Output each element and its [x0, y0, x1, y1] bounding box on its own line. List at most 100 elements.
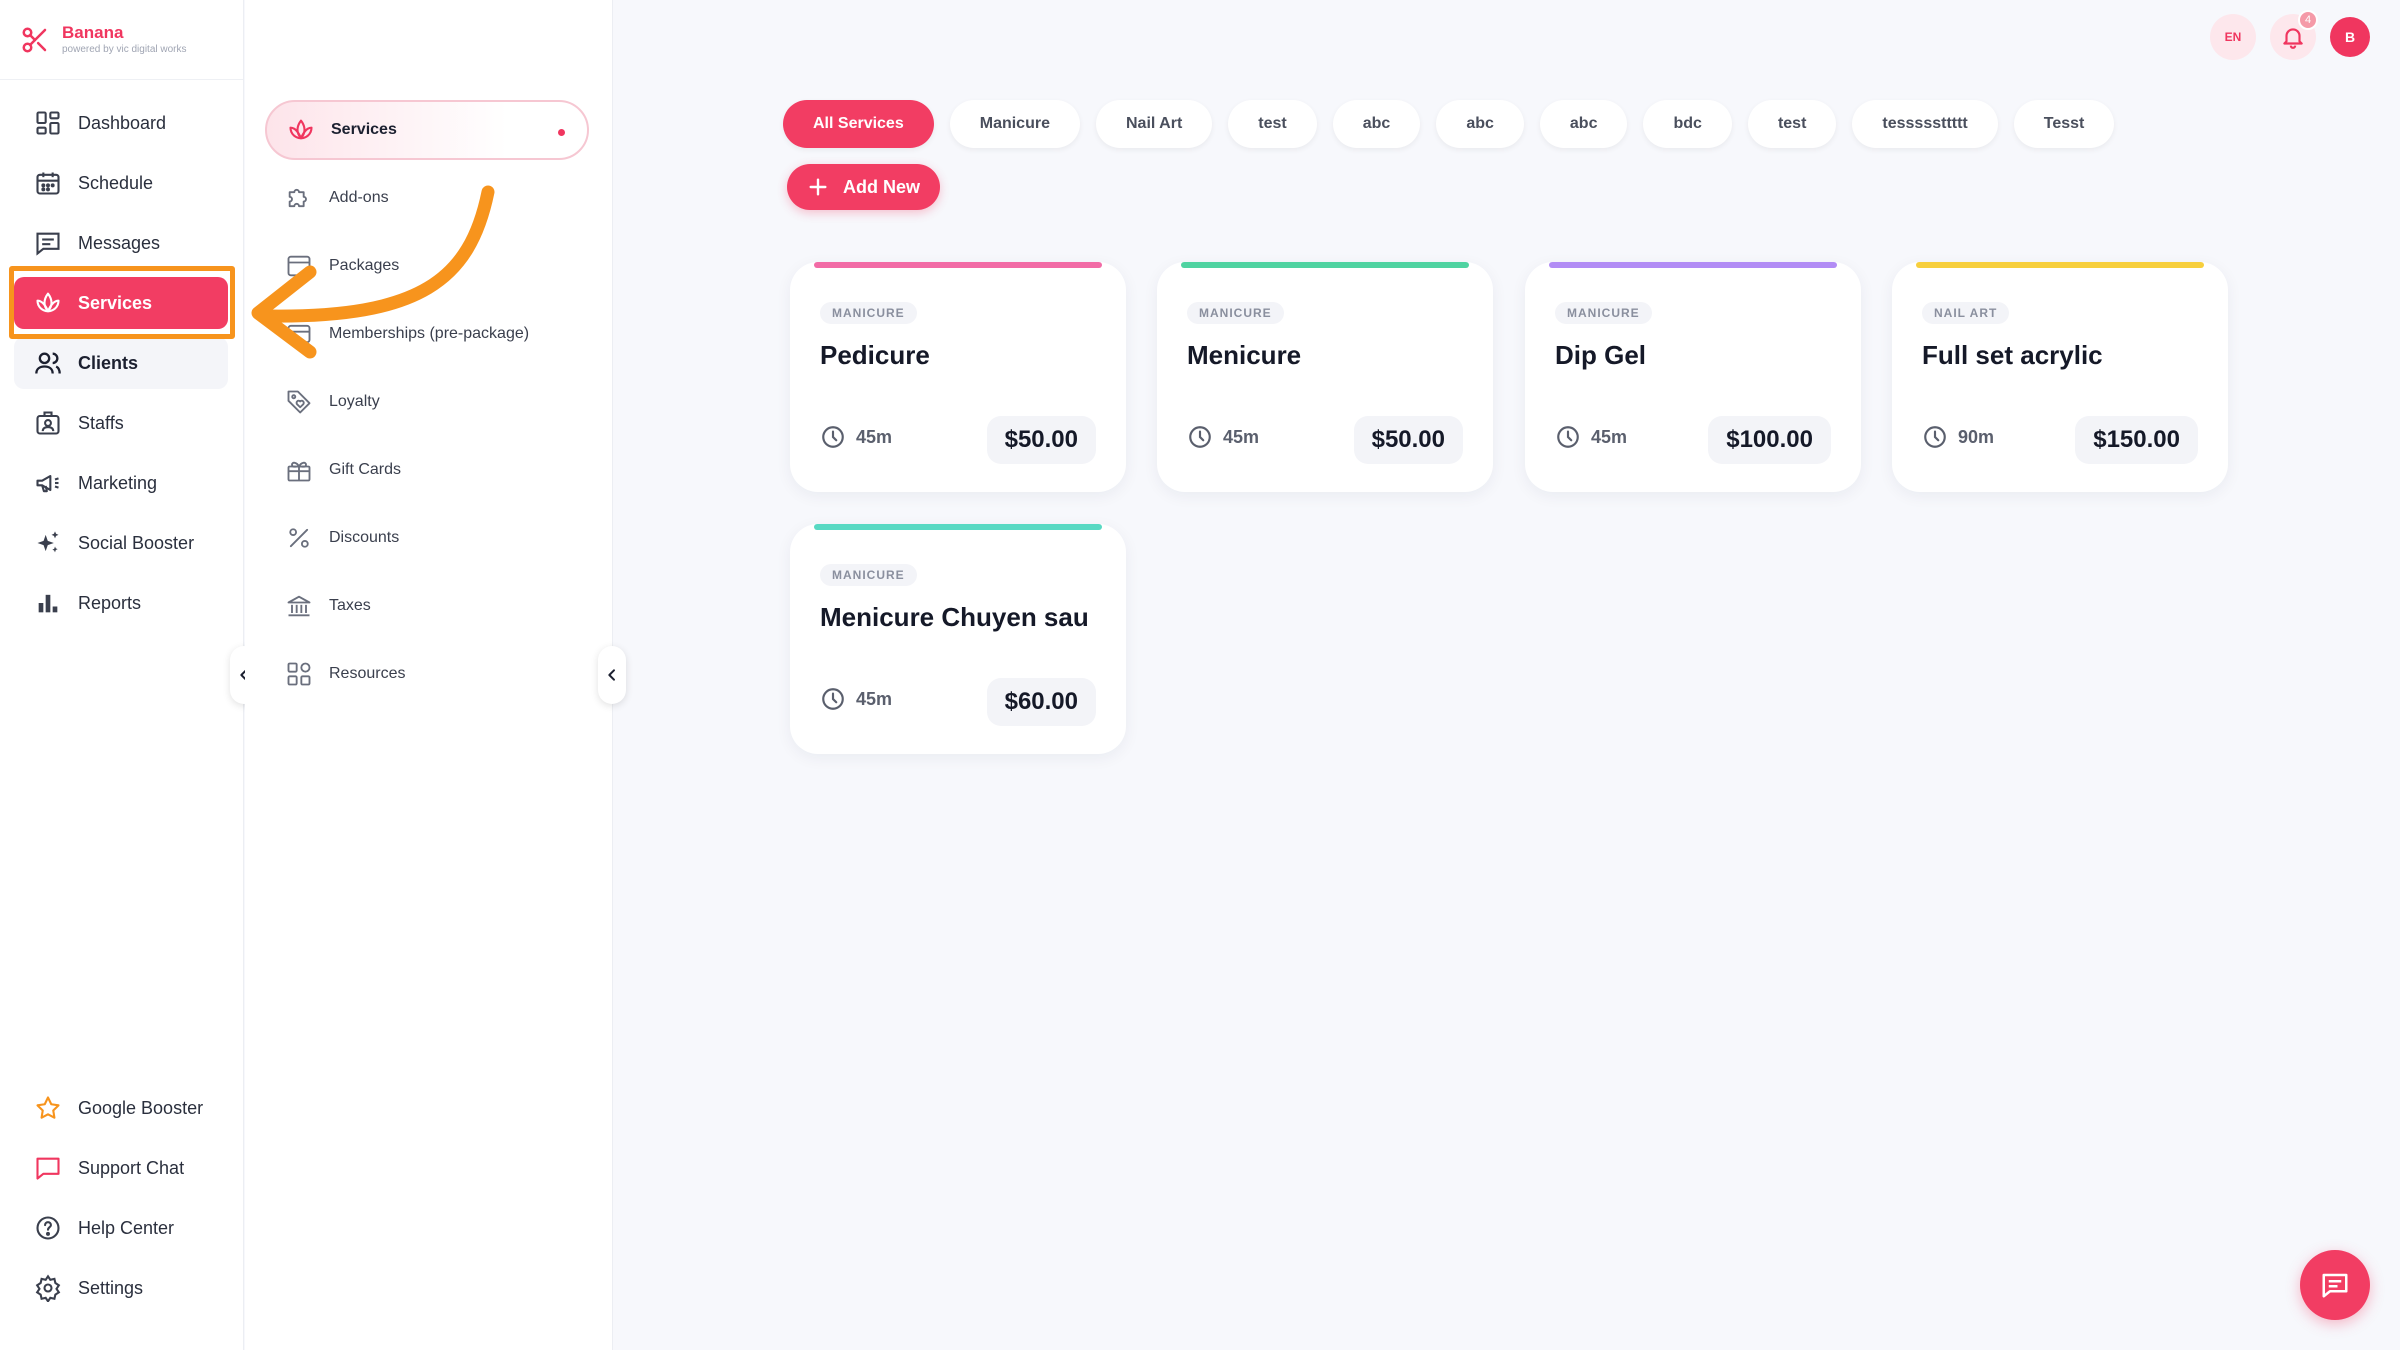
- service-price: $150.00: [2075, 416, 2198, 464]
- filter-chip[interactable]: Tesst: [2013, 100, 2115, 148]
- sidebar-item-marketing[interactable]: Marketing: [14, 457, 228, 509]
- dashboard-icon: [36, 111, 60, 135]
- sidebar-item-label: Marketing: [78, 472, 158, 493]
- filter-chip[interactable]: abc: [1332, 100, 1421, 148]
- sidebar-item-label: Dashboard: [78, 112, 167, 133]
- subnav-item-resources[interactable]: Resources: [265, 644, 589, 704]
- sidebar-item-label: Help Center: [78, 1217, 175, 1238]
- filter-chip[interactable]: test: [1228, 100, 1317, 148]
- notifications-button[interactable]: 4: [2270, 10, 2318, 60]
- plus-icon: [809, 178, 827, 196]
- subnav-item-label: Discounts: [329, 529, 400, 546]
- subnav-collapse-button[interactable]: [598, 646, 626, 704]
- service-card[interactable]: NAIL ART Full set acrylic 90m $150.00: [1892, 262, 2228, 492]
- add-new-button[interactable]: Add New: [787, 164, 941, 210]
- clock-icon: [822, 688, 844, 710]
- sidebar-item-reports[interactable]: Reports: [14, 577, 228, 629]
- filter-chip[interactable]: Nail Art: [1095, 100, 1213, 148]
- subnav-item-taxes[interactable]: Taxes: [265, 576, 589, 636]
- subnav-item-add-ons[interactable]: Add-ons: [265, 168, 589, 228]
- subnav-item-loyalty[interactable]: Loyalty: [265, 372, 589, 432]
- sidebar-item-label: Services: [78, 292, 153, 313]
- sidebar-item-schedule[interactable]: Schedule: [14, 157, 228, 209]
- percent-icon: [289, 528, 309, 548]
- service-name: Menicure Chuyen sau: [820, 602, 1089, 632]
- service-category: MANICURE: [820, 564, 917, 586]
- category-filter-bar: All Services Manicure Nail Art test abc …: [783, 100, 2115, 148]
- users-icon: [35, 352, 61, 374]
- sidebar-item-social-booster[interactable]: Social Booster: [14, 517, 228, 569]
- card-color-bar: [1916, 262, 2204, 268]
- scissors-logo-icon: [22, 27, 47, 52]
- sidebar-item-dashboard[interactable]: Dashboard: [14, 97, 228, 149]
- sparkle-icon: [37, 531, 59, 553]
- filter-chip-all-services[interactable]: All Services: [783, 100, 934, 148]
- filter-chip[interactable]: abc: [1539, 100, 1628, 148]
- sidebar-item-clients[interactable]: Clients: [14, 337, 228, 389]
- sidebar-item-support-chat[interactable]: Support Chat: [14, 1142, 228, 1194]
- main-sidebar: Banana powered by vic digital works Dash…: [0, 0, 244, 1350]
- sidebar-item-label: Clients: [78, 352, 139, 373]
- sidebar-bottom-nav: Google Booster Support Chat Help Center …: [14, 1082, 228, 1322]
- star-icon: [36, 1096, 60, 1119]
- duration-text: 45m: [856, 426, 893, 447]
- filter-chip[interactable]: tesssssttttt: [1852, 100, 1998, 148]
- filter-chip[interactable]: bdc: [1643, 100, 1732, 148]
- sidebar-item-help-center[interactable]: Help Center: [14, 1202, 228, 1254]
- duration-text: 90m: [1958, 426, 1995, 447]
- add-new-label: Add New: [843, 176, 921, 197]
- subnav-list: Services Add-ons Packages Memberships (p…: [265, 100, 589, 712]
- service-name: Full set acrylic: [1922, 340, 2103, 370]
- active-dot: [558, 129, 565, 136]
- sidebar-item-services[interactable]: Services: [14, 277, 228, 329]
- chat-fab-button[interactable]: [2300, 1250, 2370, 1320]
- service-card[interactable]: MANICURE Dip Gel 45m $100.00: [1525, 262, 1861, 492]
- sidebar-item-google-booster[interactable]: Google Booster: [14, 1082, 228, 1134]
- subnav-item-label: Add-ons: [329, 189, 389, 206]
- subnav-item-memberships[interactable]: Memberships (pre-package): [265, 304, 589, 364]
- megaphone-icon: [36, 474, 59, 493]
- chat-icon: [36, 1157, 60, 1180]
- service-card[interactable]: MANICURE Menicure Chuyen sau 45m $60.00: [790, 524, 1126, 754]
- services-subnav: Services Add-ons Packages Memberships (p…: [245, 0, 613, 1350]
- help-icon: [36, 1216, 60, 1240]
- chevron-left-icon: [608, 669, 615, 681]
- service-card[interactable]: MANICURE Pedicure 45m $50.00: [790, 262, 1126, 492]
- lotus-icon: [289, 119, 313, 140]
- filter-chip[interactable]: Manicure: [949, 100, 1080, 148]
- puzzle-icon: [288, 188, 307, 208]
- bar-chart-icon: [38, 594, 58, 613]
- service-price: $60.00: [986, 678, 1096, 726]
- sidebar-item-messages[interactable]: Messages: [14, 217, 228, 269]
- brand[interactable]: Banana powered by vic digital works: [0, 0, 243, 80]
- service-card[interactable]: MANICURE Menicure 45m $50.00: [1157, 262, 1493, 492]
- subnav-item-packages[interactable]: Packages: [265, 236, 589, 296]
- service-category: MANICURE: [1187, 302, 1284, 324]
- clock-icon: [822, 426, 844, 448]
- sidebar-item-settings[interactable]: Settings: [14, 1262, 228, 1314]
- filter-chip[interactable]: abc: [1436, 100, 1524, 148]
- avatar[interactable]: B: [2330, 17, 2370, 57]
- language-button[interactable]: EN: [2210, 14, 2256, 60]
- membership-icon: [287, 324, 311, 344]
- service-duration: 45m: [1555, 424, 1627, 450]
- service-duration: 45m: [820, 424, 892, 450]
- filter-chip[interactable]: test: [1747, 100, 1837, 148]
- gear-icon: [35, 1274, 61, 1302]
- subnav-item-discounts[interactable]: Discounts: [265, 508, 589, 568]
- sidebar-item-label: Messages: [78, 232, 161, 253]
- package-icon: [287, 255, 311, 277]
- tag-heart-icon: [287, 390, 311, 414]
- service-price: $50.00: [986, 416, 1096, 464]
- subnav-item-label: Memberships (pre-package): [329, 325, 530, 342]
- service-duration: 90m: [1922, 424, 1994, 450]
- sidebar-item-staffs[interactable]: Staffs: [14, 397, 228, 449]
- service-name: Dip Gel: [1555, 340, 1647, 370]
- subnav-item-services[interactable]: Services: [265, 100, 589, 160]
- calendar-icon: [36, 172, 60, 195]
- lotus-icon: [36, 292, 60, 313]
- subnav-item-gift-cards[interactable]: Gift Cards: [265, 440, 589, 500]
- staff-icon: [36, 411, 60, 435]
- sidebar-item-label: Support Chat: [78, 1157, 185, 1178]
- grid-icon: [287, 662, 311, 686]
